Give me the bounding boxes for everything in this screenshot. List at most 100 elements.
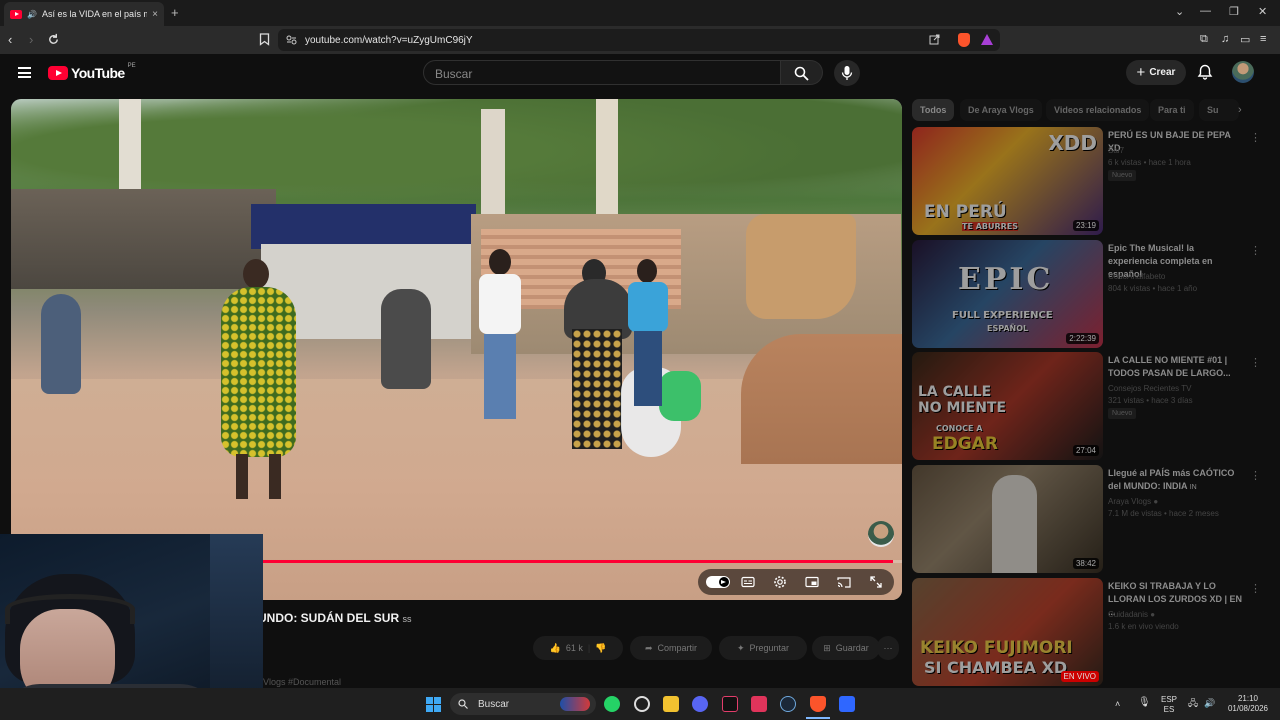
- forward-icon[interactable]: ›: [29, 32, 33, 47]
- windows-start-icon[interactable]: [426, 697, 441, 712]
- thumbnail[interactable]: EPIC FULL EXPERIENCE ESPAÑOL: [912, 240, 1103, 348]
- steam-icon[interactable]: [780, 696, 796, 712]
- more-options-icon[interactable]: ⋮: [1250, 244, 1261, 257]
- cast-icon[interactable]: [837, 575, 851, 589]
- man-white-shirt: [476, 249, 526, 419]
- volume-icon[interactable]: 🔊: [1204, 698, 1215, 708]
- tiktok-icon[interactable]: [722, 696, 738, 712]
- chip-related[interactable]: Videos relacionados: [1046, 99, 1150, 121]
- settings-gear-icon[interactable]: [773, 575, 787, 589]
- search-highlight-icon: [560, 697, 590, 711]
- ask-button[interactable]: ✦ Preguntar: [719, 636, 807, 660]
- tab-title: Así es la VIDA en el país más: [41, 9, 147, 19]
- channel-name-text: Cuidadanis: [1108, 610, 1149, 619]
- brave-browser-icon[interactable]: [810, 696, 826, 712]
- recommendation-item[interactable]: KEIKO FUJIMORI SI CHAMBEA XD EN VIVO KEI…: [912, 578, 1261, 686]
- view-meta: 804 k vistas • hace 1 año: [1108, 284, 1198, 293]
- address-bar[interactable]: youtube.com/watch?v=uZygUmC96jY: [278, 29, 1000, 51]
- back-icon[interactable]: ‹: [8, 32, 12, 47]
- media-control-icon[interactable]: ♫: [1221, 33, 1229, 45]
- streaming-app-icon[interactable]: [751, 696, 767, 712]
- video-player[interactable]: [11, 99, 902, 600]
- video-hashtags[interactable]: aVlogs #Documental: [258, 677, 341, 687]
- search-icon: [794, 66, 809, 81]
- close-window-button[interactable]: ✕: [1258, 5, 1267, 18]
- youtube-logo[interactable]: YouTube PE: [48, 63, 136, 81]
- thumbnail[interactable]: KEIKO FUJIMORI SI CHAMBEA XD: [912, 578, 1103, 686]
- site-settings-icon[interactable]: [286, 35, 297, 45]
- more-options-icon[interactable]: ⋮: [1250, 356, 1261, 369]
- recommendation-item[interactable]: LA CALLE NO MIENTE CONOCE A EDGAR 27:04 …: [912, 352, 1261, 460]
- whatsapp-icon[interactable]: [604, 696, 620, 712]
- more-options-icon[interactable]: ⋮: [1250, 582, 1261, 595]
- more-options-icon[interactable]: ⋮: [1250, 131, 1261, 144]
- chatgpt-icon[interactable]: [634, 696, 650, 712]
- recommendation-item[interactable]: 38:42 Llegué al PAÍS más CAÓTICO del MUN…: [912, 465, 1261, 573]
- brave-rewards-icon[interactable]: [981, 34, 993, 45]
- clock[interactable]: 21:10 01/08/2026: [1226, 694, 1270, 714]
- extensions-icon[interactable]: ⧉: [1200, 33, 1208, 46]
- thumbnail[interactable]: [912, 465, 1103, 573]
- chips-next-chevron-icon[interactable]: ›: [1238, 104, 1242, 116]
- autoplay-toggle[interactable]: [706, 576, 730, 588]
- discord-icon[interactable]: [692, 696, 708, 712]
- notifications-bell-icon[interactable]: [1197, 64, 1213, 80]
- language-indicator[interactable]: ESP ES: [1161, 695, 1177, 715]
- save-icon: ⊞: [823, 642, 831, 653]
- file-explorer-icon[interactable]: [663, 696, 679, 712]
- subtitles-icon[interactable]: [741, 575, 755, 589]
- chip-for-you[interactable]: Para ti: [1150, 99, 1194, 121]
- thumbnail[interactable]: XDD EN PERÚ TE ABURRES: [912, 127, 1103, 235]
- like-icon[interactable]: 👍: [550, 643, 561, 654]
- dirt-mound: [741, 334, 902, 464]
- account-avatar[interactable]: [1232, 61, 1254, 83]
- fullscreen-icon[interactable]: [869, 575, 883, 589]
- network-icon[interactable]: 🖧: [1188, 698, 1198, 708]
- recommendation-title[interactable]: Llegué al PAÍS más CAÓTICO del MUNDO: IN…: [1108, 467, 1244, 494]
- dislike-icon[interactable]: 👎: [595, 643, 606, 654]
- share-button[interactable]: ➦ Compartir: [630, 636, 712, 660]
- microphone-tray-icon[interactable]: 🎙: [1138, 698, 1151, 708]
- recommendation-title[interactable]: LA CALLE NO MIENTE #01 | TODOS PASAN DE …: [1108, 354, 1244, 380]
- save-button[interactable]: ⊞ Guardar: [812, 636, 880, 660]
- youtube-header: YouTube PE Buscar + Crear: [0, 54, 1280, 92]
- chip-all[interactable]: Todos: [912, 99, 955, 121]
- voice-search-button[interactable]: [834, 60, 860, 86]
- thumbnail-text: EPIC: [958, 262, 1054, 297]
- like-count[interactable]: 61 k: [566, 643, 583, 653]
- tab-search-button[interactable]: ⌄: [1175, 5, 1184, 18]
- wallet-icon[interactable]: ▭: [1240, 33, 1250, 46]
- keyboard-layout: ES: [1163, 705, 1175, 714]
- chip-channel[interactable]: De Araya Vlogs: [960, 99, 1042, 121]
- new-tab-button[interactable]: +: [171, 5, 179, 20]
- miniplayer-icon[interactable]: [805, 575, 819, 589]
- bookmark-icon[interactable]: [259, 33, 270, 46]
- more-actions-button[interactable]: ⋯: [877, 636, 899, 660]
- browser-tab[interactable]: 🔊 Así es la VIDA en el país más ×: [4, 2, 164, 26]
- youtube-wordmark: YouTube: [71, 65, 125, 81]
- more-options-icon[interactable]: ⋮: [1250, 469, 1261, 482]
- recommendation-item[interactable]: XDD EN PERÚ TE ABURRES 23:19 PERÚ ES UN …: [912, 127, 1261, 235]
- share-page-icon[interactable]: [929, 34, 940, 45]
- youtube-play-icon: [48, 66, 68, 80]
- view-meta: 321 vistas • hace 3 días: [1108, 396, 1193, 405]
- search-input[interactable]: Buscar: [423, 60, 781, 85]
- tray-overflow-icon[interactable]: ˄: [1115, 699, 1120, 709]
- search-button[interactable]: [781, 60, 823, 85]
- create-button[interactable]: + Crear: [1126, 60, 1186, 85]
- menu-icon[interactable]: ≡: [1260, 33, 1266, 45]
- app-icon[interactable]: [839, 696, 855, 712]
- tab-close-button[interactable]: ×: [152, 9, 158, 20]
- reload-icon[interactable]: [47, 33, 60, 46]
- recommendation-item[interactable]: EPIC FULL EXPERIENCE ESPAÑOL 2:22:39 Epi…: [912, 240, 1261, 348]
- audio-playing-icon[interactable]: 🔊: [27, 10, 37, 19]
- hamburger-menu-icon[interactable]: [18, 67, 31, 78]
- maximize-button[interactable]: ❐: [1229, 5, 1239, 18]
- chip-subscriptions[interactable]: Su: [1199, 99, 1239, 121]
- channel-watermark[interactable]: [868, 521, 894, 547]
- thumbnail[interactable]: LA CALLE NO MIENTE CONOCE A EDGAR: [912, 352, 1103, 460]
- live-badge: EN VIVO: [1060, 671, 1099, 682]
- taskbar-search[interactable]: Buscar: [450, 693, 596, 715]
- minimize-button[interactable]: —: [1200, 5, 1211, 17]
- brave-shields-icon[interactable]: [958, 33, 970, 47]
